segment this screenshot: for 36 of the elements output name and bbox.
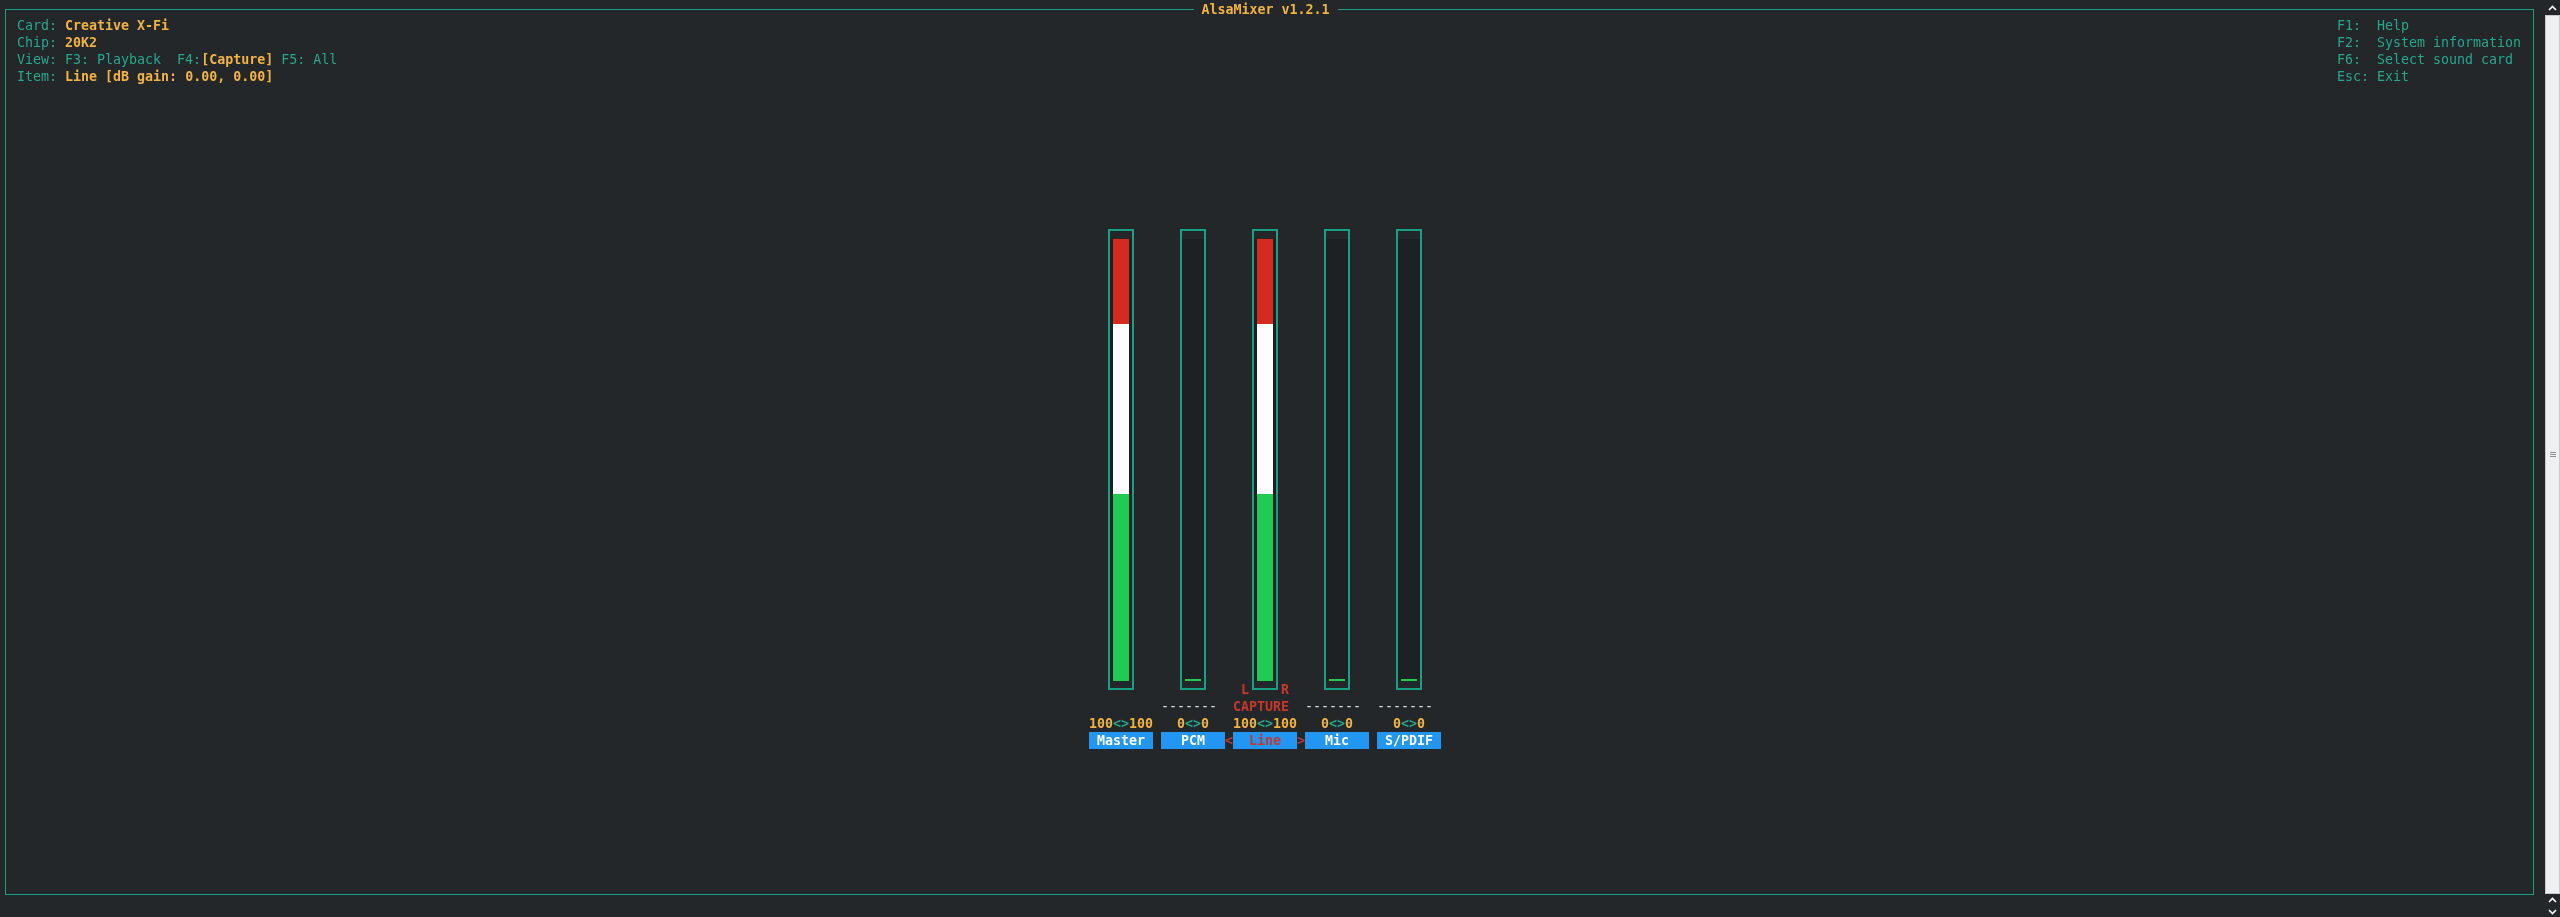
info-line: Card: Creative X-Fi <box>17 17 170 34</box>
channel-label[interactable]: S/PDIF <box>1377 731 1441 749</box>
view-tab[interactable]: Playback <box>97 51 162 68</box>
channel-label[interactable]: Mic <box>1305 731 1369 749</box>
capture-switch[interactable]: ------- <box>1305 697 1362 715</box>
shortcut-key: F4: <box>177 51 202 68</box>
shortcut-hint: F6: Select sound card <box>2336 52 2513 67</box>
shortcut-hint: F2: System information <box>2336 35 2521 50</box>
view-tab[interactable]: All <box>313 51 338 68</box>
channel-label[interactable]: Master <box>1089 731 1153 749</box>
view-label: View: <box>17 51 58 68</box>
left-channel-mark: L <box>1241 680 1249 698</box>
volume-reading: 100<>100 <box>1088 714 1154 732</box>
shortcut-key: F5: <box>281 51 306 68</box>
view-tab[interactable]: [Capture] <box>201 51 274 68</box>
scroll-up-icon[interactable] <box>2548 897 2557 903</box>
volume-reading: 0<>0 <box>1392 714 1425 732</box>
shortcut-hint: Esc: Exit <box>2336 69 2409 84</box>
info-line: Chip: 20K2 <box>17 34 98 51</box>
scroll-down-icon[interactable] <box>2548 909 2557 915</box>
volume-reading: 0<>0 <box>1320 714 1353 732</box>
capture-switch[interactable]: ------- <box>1161 697 1218 715</box>
volume-reading: 0<>0 <box>1176 714 1209 732</box>
right-channel-mark: R <box>1281 680 1289 698</box>
shortcut-hint: F1: Help <box>2336 18 2409 33</box>
grip-icon <box>2549 452 2556 457</box>
capture-switch[interactable]: ------- <box>1377 697 1434 715</box>
info-line: Item: Line [dB gain: 0.00, 0.00] <box>17 68 274 85</box>
selection-arrow: > <box>1297 731 1305 749</box>
capture-switch[interactable]: CAPTURE <box>1233 697 1290 715</box>
scrollbar-thumb[interactable] <box>2545 15 2560 894</box>
shortcut-key: F3: <box>65 51 90 68</box>
volume-reading: 100<>100 <box>1232 714 1298 732</box>
selection-arrow: < <box>1225 731 1233 749</box>
channel-label[interactable]: PCM <box>1161 731 1225 749</box>
scroll-up-icon[interactable] <box>2548 5 2557 11</box>
